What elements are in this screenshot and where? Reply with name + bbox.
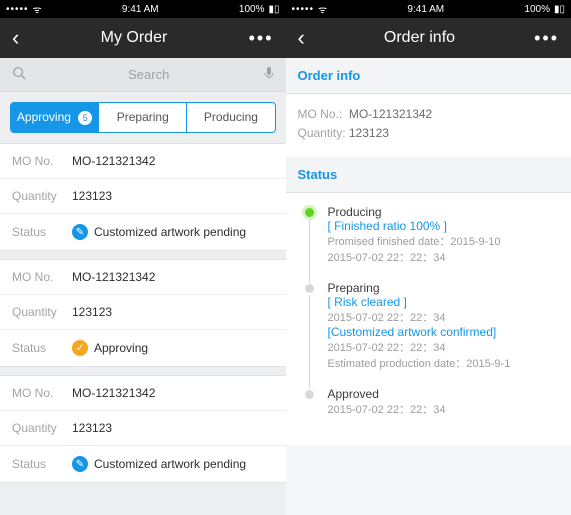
section-status: Status bbox=[286, 157, 571, 193]
list-item[interactable]: MO No.MO-121321342 Quantity123123 Status… bbox=[0, 375, 286, 483]
search-placeholder: Search bbox=[34, 67, 264, 82]
order-info-block: MO No.: MO-121321342 Quantity: 123123 bbox=[286, 94, 571, 157]
timeline-item: Preparing [ Risk cleared ] 2015-07-02 22… bbox=[306, 281, 560, 387]
status-icon: ✎ bbox=[72, 456, 88, 472]
battery-icon: ▮▯ bbox=[268, 4, 279, 15]
page-title: Order info bbox=[384, 29, 455, 47]
status-bar: ••••• ᯤ 9:41 AM 100%▮▯ bbox=[0, 0, 286, 18]
back-icon[interactable]: ‹ bbox=[298, 25, 305, 51]
more-icon[interactable]: ••• bbox=[534, 28, 559, 49]
more-icon[interactable]: ••• bbox=[249, 28, 274, 49]
status-time: 9:41 AM bbox=[407, 4, 444, 15]
timeline-item: Approved 2015-07-02 22：22：34 bbox=[306, 387, 560, 433]
signal-icon: ••••• bbox=[6, 4, 29, 15]
battery-pct: 100% bbox=[239, 4, 265, 15]
order-list: MO No.MO-121321342 Quantity123123 Status… bbox=[0, 143, 286, 515]
battery-pct: 100% bbox=[524, 4, 550, 15]
approving-count: 5 bbox=[78, 111, 92, 125]
status-icon: ✓ bbox=[72, 340, 88, 356]
back-icon[interactable]: ‹ bbox=[12, 25, 19, 51]
status-bar: •••••ᯤ 9:41 AM 100% ▮▯ bbox=[286, 0, 571, 18]
timeline-dot-icon bbox=[305, 208, 314, 217]
timeline-item: Producing [ Finished ratio 100% ] Promis… bbox=[306, 205, 560, 281]
status-timeline: Producing [ Finished ratio 100% ] Promis… bbox=[286, 193, 571, 445]
battery-icon: ▮▯ bbox=[554, 4, 565, 15]
wifi-icon: ᯤ bbox=[33, 2, 42, 16]
page-title: My Order bbox=[101, 29, 168, 47]
nav-bar: ‹ My Order ••• bbox=[0, 18, 286, 58]
my-order-screen: ••••• ᯤ 9:41 AM 100%▮▯ ‹ My Order ••• Sea… bbox=[0, 0, 286, 515]
status-icon: ✎ bbox=[72, 224, 88, 240]
status-time: 9:41 AM bbox=[122, 4, 159, 15]
status-tabs: Approving 5 Preparing Producing bbox=[10, 102, 276, 133]
section-order-info: Order info bbox=[286, 58, 571, 94]
nav-bar: ‹ Order info ••• bbox=[286, 18, 571, 58]
wifi-icon: ᯤ bbox=[318, 2, 327, 16]
list-item[interactable]: MO No.MO-121321342 Quantity123123 Status… bbox=[0, 259, 286, 367]
tab-preparing[interactable]: Preparing bbox=[99, 103, 187, 132]
order-info-screen: •••••ᯤ 9:41 AM 100% ▮▯ ‹ Order info ••• O… bbox=[286, 0, 571, 515]
search-bar[interactable]: Search bbox=[0, 58, 286, 92]
search-icon bbox=[12, 66, 26, 83]
timeline-dot-icon bbox=[305, 284, 314, 293]
tab-approving[interactable]: Approving 5 bbox=[11, 103, 99, 132]
list-item[interactable]: MO No.MO-121321342 Quantity123123 Status… bbox=[0, 143, 286, 251]
timeline-dot-icon bbox=[305, 390, 314, 399]
signal-icon: ••••• bbox=[292, 4, 315, 15]
mic-icon[interactable] bbox=[264, 66, 274, 83]
tab-producing[interactable]: Producing bbox=[187, 103, 274, 132]
